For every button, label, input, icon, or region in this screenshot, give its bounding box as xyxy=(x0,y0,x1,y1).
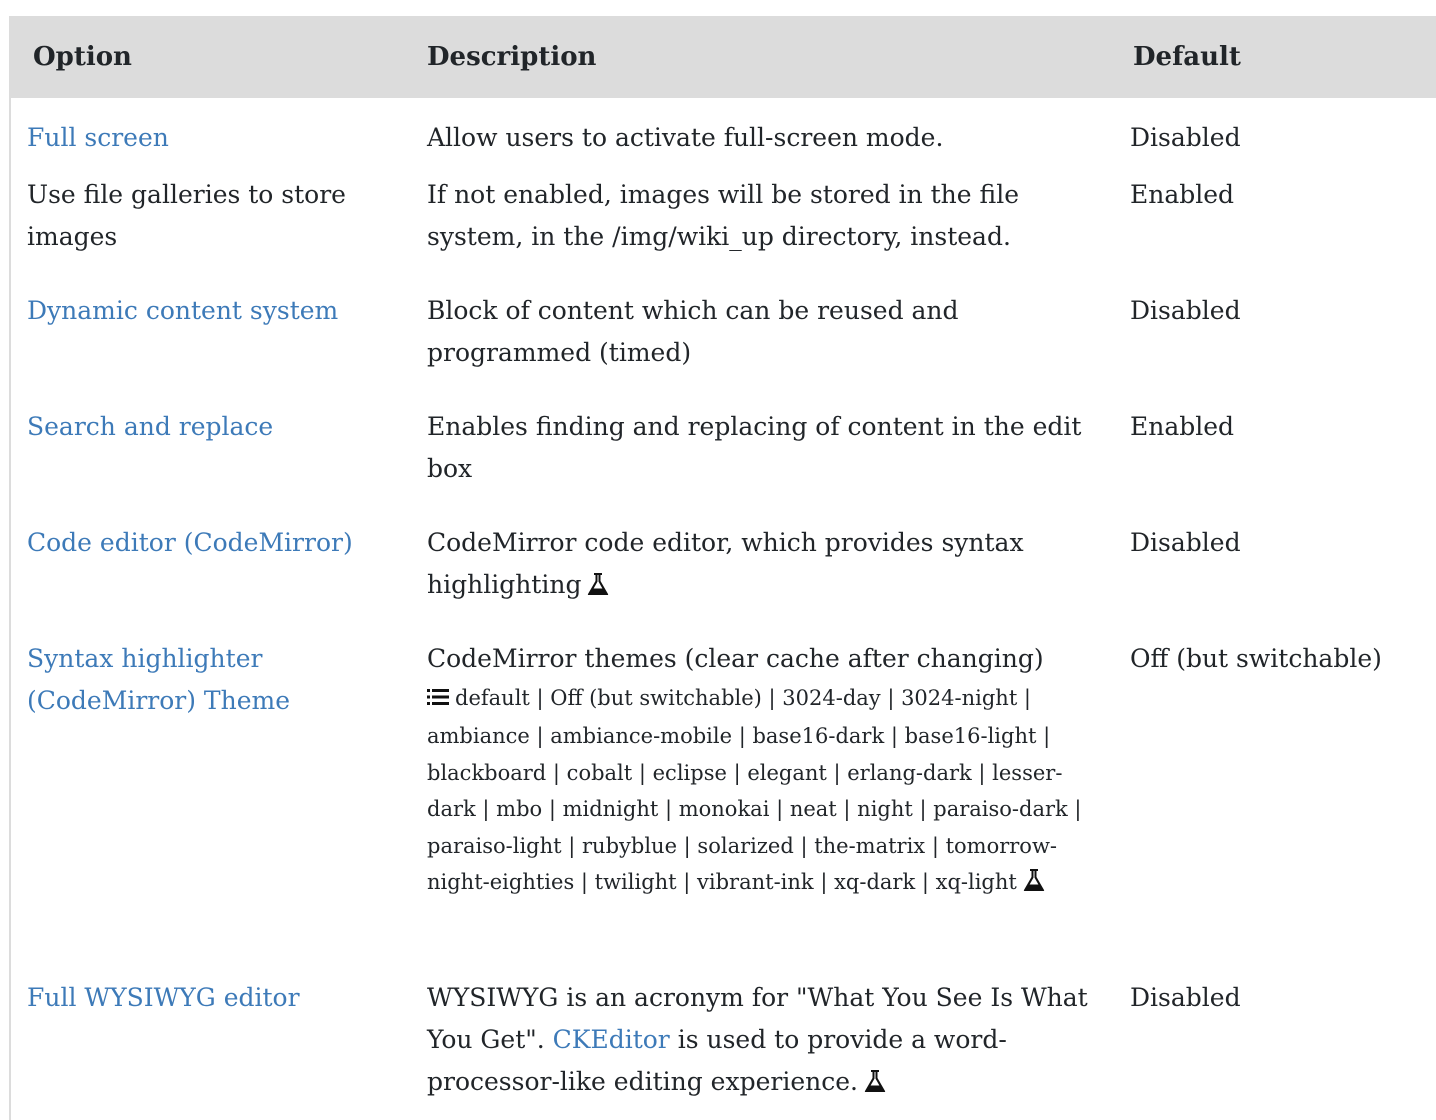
default-cell: Disabled xyxy=(1130,123,1241,152)
description-cell: CodeMirror themes (clear cache after cha… xyxy=(414,638,1120,977)
default-cell: Disabled xyxy=(1130,528,1241,557)
description-text: CodeMirror themes (clear cache after cha… xyxy=(427,644,1044,673)
header-description: Description xyxy=(427,42,597,72)
theme-options: default | Off (but switchable) | 3024-da… xyxy=(427,680,1104,903)
description-cell: Block of content which can be reused and… xyxy=(427,296,959,367)
default-cell: Off (but switchable) xyxy=(1130,644,1382,673)
default-cell: Enabled xyxy=(1130,412,1235,441)
default-cell: Disabled xyxy=(1130,983,1241,1012)
header-option: Option xyxy=(33,42,132,72)
table-row: Full WYSIWYG editor WYSIWYG is an acrony… xyxy=(10,977,1436,1117)
description-cell: Allow users to activate full-screen mode… xyxy=(427,123,944,152)
option-link-wysiwyg[interactable]: Full WYSIWYG editor xyxy=(27,983,300,1012)
table-row: Code editor (CodeMirror) CodeMirror code… xyxy=(10,522,1436,638)
options-table: Option Description Default Full screen A… xyxy=(10,16,1436,1117)
flask-icon xyxy=(1023,867,1045,903)
option-name: Use file galleries to store images xyxy=(27,180,346,251)
ckeditor-link[interactable]: CKEditor xyxy=(553,1025,670,1054)
description-cell: CodeMirror code editor, which provides s… xyxy=(414,522,1120,638)
option-link-dynamic-content[interactable]: Dynamic content system xyxy=(27,296,338,325)
table-row: Dynamic content system Block of content … xyxy=(10,290,1436,406)
flask-icon xyxy=(864,1064,886,1106)
option-link-search-replace[interactable]: Search and replace xyxy=(27,412,273,441)
header-default: Default xyxy=(1133,42,1241,72)
table-row: Use file galleries to store images If no… xyxy=(10,174,1436,290)
description-cell: If not enabled, images will be stored in… xyxy=(427,180,1019,251)
table-row: Search and replace Enables finding and r… xyxy=(10,406,1436,522)
table-header-row: Option Description Default xyxy=(10,16,1436,98)
table-row: Syntax highlighter (CodeMirror) Theme Co… xyxy=(10,638,1436,977)
table-row: Full screen Allow users to activate full… xyxy=(10,98,1436,174)
options-page: Option Description Default Full screen A… xyxy=(0,0,1436,1120)
option-link-full-screen[interactable]: Full screen xyxy=(27,123,169,152)
default-cell: Enabled xyxy=(1130,180,1235,209)
option-link-code-editor[interactable]: Code editor (CodeMirror) xyxy=(27,528,353,557)
description-cell: WYSIWYG is an acronym for "What You See … xyxy=(414,977,1120,1117)
description-text: CodeMirror code editor, which provides s… xyxy=(427,528,1024,599)
description-cell: Enables finding and replacing of content… xyxy=(427,412,1082,483)
list-icon xyxy=(427,682,449,718)
option-link-syntax-theme[interactable]: Syntax highlighter (CodeMirror) Theme xyxy=(27,644,290,715)
default-cell: Disabled xyxy=(1130,296,1241,325)
theme-options-text: default | Off (but switchable) | 3024-da… xyxy=(427,686,1082,895)
flask-icon xyxy=(587,567,609,609)
